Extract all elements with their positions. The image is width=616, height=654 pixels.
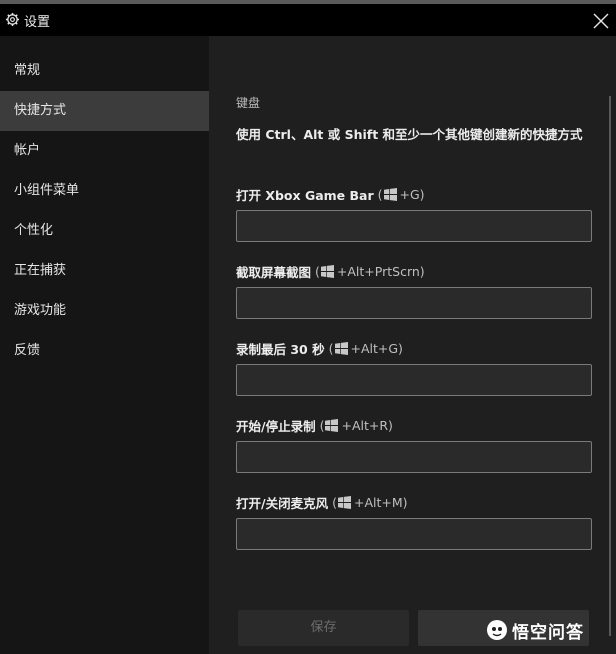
paren: ( (332, 495, 337, 510)
sidebar-item-feedback[interactable]: 反馈 (0, 331, 209, 371)
shortcut-name: 打开 Xbox Game Bar (236, 188, 374, 203)
sidebar-item-label: 游戏功能 (14, 303, 67, 318)
shortcut-name: 录制最后 30 秒 (236, 342, 325, 357)
shortcut-label-toggle-microphone: 打开/关闭麦克风 ( +Alt+M) (236, 493, 408, 512)
shortcut-label-open-game-bar: 打开 Xbox Game Bar ( +G) (236, 185, 425, 204)
windows-key-icon (320, 265, 334, 278)
windows-key-icon (337, 496, 351, 509)
shortcut-name: 截取屏幕截图 (236, 265, 312, 280)
paren: ( (377, 187, 383, 202)
combo-keys: +Alt+PrtScrn) (336, 264, 425, 279)
shortcut-description: 使用 Ctrl、Alt 或 Shift 和至少一个其他键创建新的快捷方式 (236, 127, 583, 142)
sidebar-item-widget-menu[interactable]: 小组件菜单 (0, 171, 209, 211)
windows-key-icon (334, 342, 348, 355)
sidebar-item-capturing[interactable]: 正在捕获 (0, 251, 209, 291)
settings-content: 键盘 使用 Ctrl、Alt 或 Shift 和至少一个其他键创建新的快捷方式 … (209, 36, 616, 654)
windows-key-icon (383, 188, 397, 201)
key-combo: ( +G) (378, 187, 425, 202)
combo-keys: +Alt+M) (353, 495, 408, 510)
close-icon[interactable] (590, 10, 612, 32)
shortcut-input-record-last-30s[interactable] (236, 364, 592, 396)
key-combo: ( +Alt+PrtScrn) (315, 264, 425, 279)
sidebar-item-label: 快捷方式 (14, 103, 67, 118)
watermark-text: 悟空问答 (512, 622, 584, 643)
window-title: 设置 (24, 15, 51, 30)
sidebar-item-personalization[interactable]: 个性化 (0, 211, 209, 251)
combo-keys: +G) (399, 187, 425, 202)
paren: ( (328, 341, 334, 356)
shortcut-input-start-stop-recording[interactable] (236, 441, 592, 473)
combo-keys: +Alt+R) (341, 418, 393, 433)
paren: ( (319, 418, 325, 433)
sidebar-item-account[interactable]: 帐户 (0, 131, 209, 171)
sidebar-item-label: 帐户 (14, 143, 41, 158)
key-combo: ( +Alt+M) (332, 495, 407, 510)
gear-icon (5, 12, 20, 27)
scrollbar[interactable] (609, 96, 611, 636)
shortcut-name: 打开/关闭麦克风 (236, 496, 329, 511)
sidebar-item-label: 个性化 (14, 223, 54, 238)
wukong-logo-icon (487, 620, 507, 640)
shortcut-label-record-last-30s: 录制最后 30 秒 ( +Alt+G) (236, 339, 403, 358)
shortcut-input-open-game-bar[interactable] (236, 210, 592, 242)
shortcut-input-screenshot[interactable] (236, 287, 592, 319)
sidebar-item-label: 小组件菜单 (14, 183, 80, 198)
sidebar-item-label: 正在捕获 (14, 263, 67, 278)
save-button[interactable]: 保存 (238, 610, 409, 646)
shortcut-label-start-stop-recording: 开始/停止录制 ( +Alt+R) (236, 416, 393, 435)
key-combo: ( +Alt+R) (320, 418, 393, 433)
shortcut-name: 开始/停止录制 (236, 419, 316, 434)
sidebar-item-gaming-features[interactable]: 游戏功能 (0, 291, 209, 331)
sidebar-item-shortcuts[interactable]: 快捷方式 (0, 91, 209, 131)
combo-keys: +Alt+G) (350, 341, 403, 356)
paren: ( (315, 264, 320, 279)
windows-key-icon (325, 419, 339, 432)
shortcut-input-toggle-microphone[interactable] (236, 518, 592, 550)
section-heading: 键盘 (236, 96, 261, 110)
shortcut-label-screenshot: 截取屏幕截图 ( +Alt+PrtScrn) (236, 262, 425, 281)
title-bar: 设置 (0, 4, 616, 36)
sidebar-item-general[interactable]: 常规 (0, 51, 209, 91)
watermark: 悟空问答 (486, 616, 584, 644)
key-combo: ( +Alt+G) (329, 341, 403, 356)
sidebar-item-label: 反馈 (14, 343, 41, 358)
sidebar: 常规 快捷方式 帐户 小组件菜单 个性化 正在捕获 游戏功能 反馈 (0, 36, 209, 654)
sidebar-item-label: 常规 (14, 63, 41, 78)
